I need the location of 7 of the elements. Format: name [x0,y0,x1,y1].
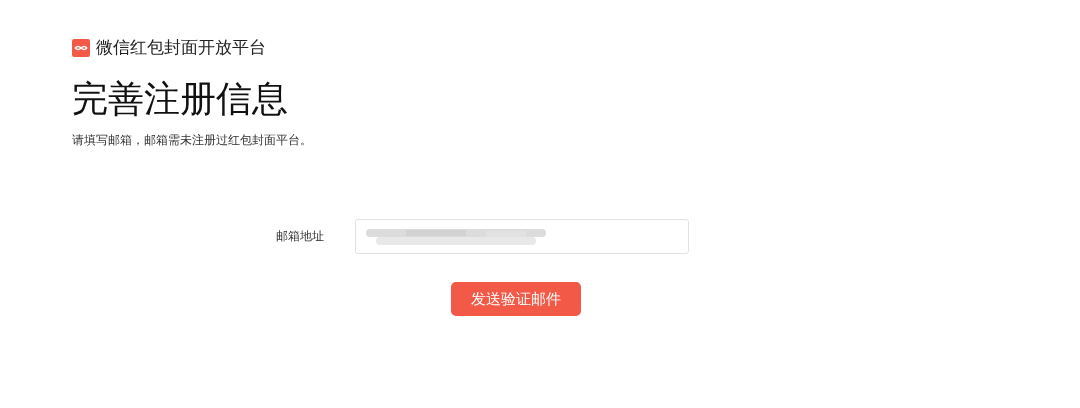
email-input-field[interactable] [355,219,689,255]
send-verification-button[interactable]: 发送验证邮件 [451,282,581,317]
field-label: 邮箱地址 [276,228,325,246]
page-title: 完善注册信息 [72,77,289,121]
page-subtitle: 请填写邮箱，邮箱需未注册过红包封面平台。 [72,132,313,150]
brand-name: 微信红包封面开放平台 [96,36,266,59]
envelope-logo-icon [72,38,90,57]
